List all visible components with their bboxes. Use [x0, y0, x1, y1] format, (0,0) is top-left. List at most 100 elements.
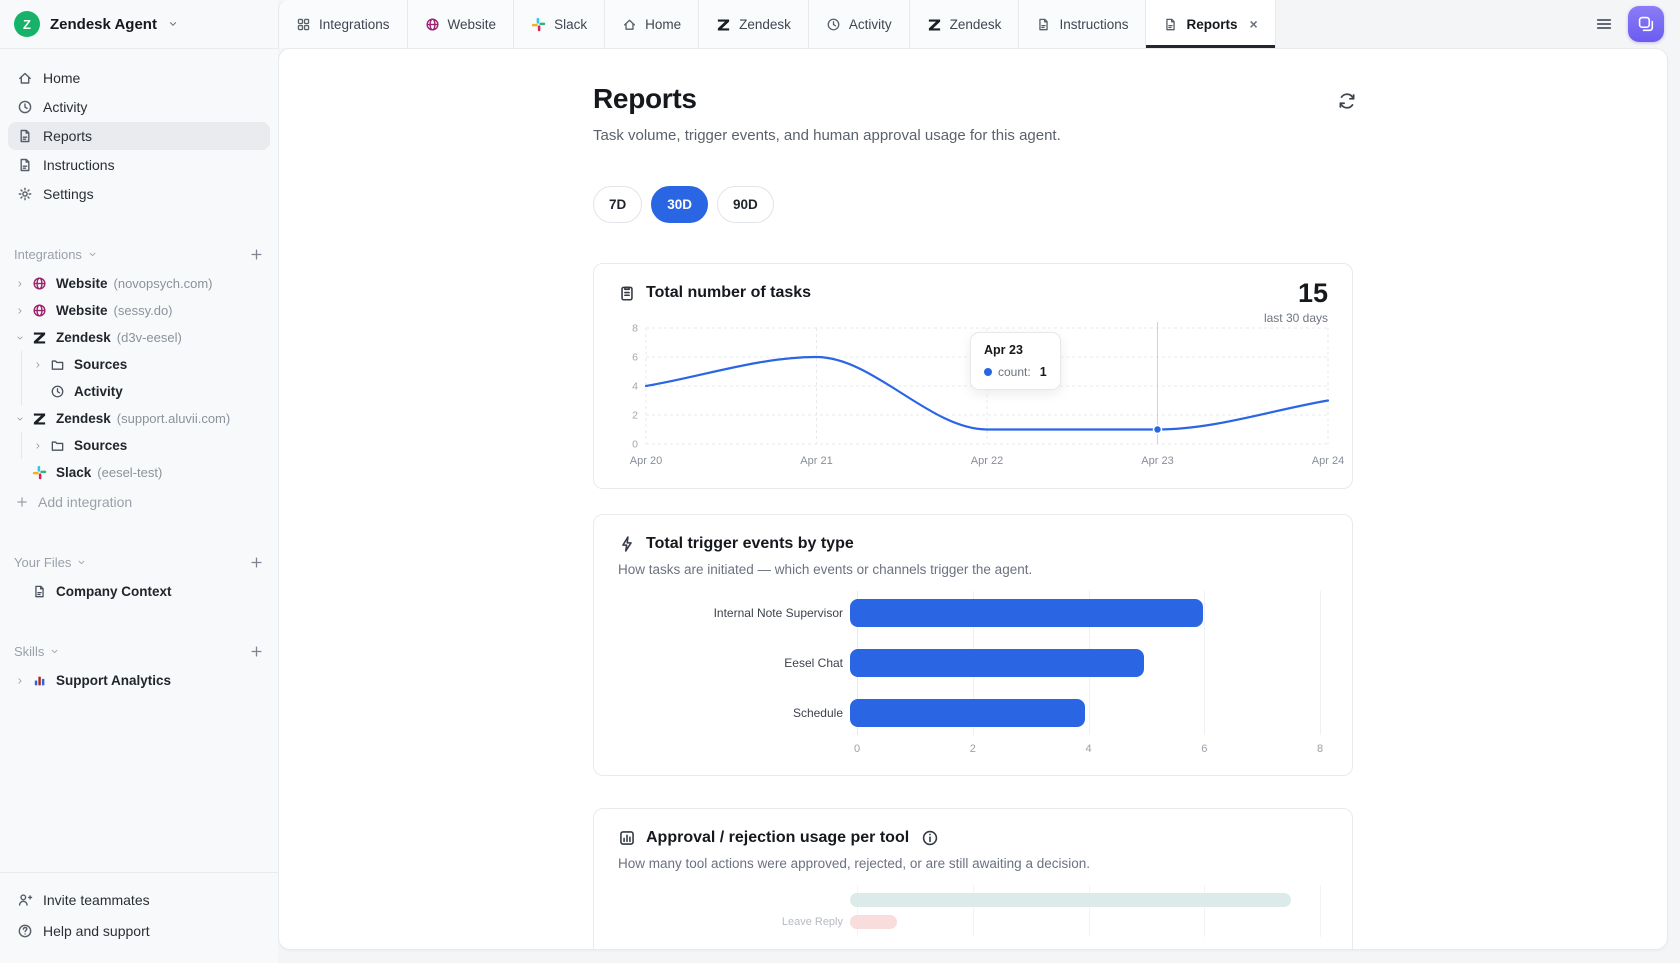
- sidebar-section-your-files: Your Files Company Context: [0, 550, 278, 605]
- sidebar-item-reports[interactable]: Reports: [8, 122, 270, 150]
- chevron-right-icon[interactable]: [15, 306, 25, 316]
- slack-icon: [531, 17, 546, 32]
- tab-label: Zendesk: [950, 17, 1002, 32]
- chat-assistant-button[interactable]: [1628, 6, 1664, 42]
- add-file-plus-icon[interactable]: [249, 555, 264, 570]
- svg-text:Apr 24: Apr 24: [1312, 455, 1344, 467]
- close-icon[interactable]: ×: [1249, 17, 1257, 31]
- home-icon: [17, 70, 33, 86]
- trigger-events-bar-chart[interactable]: Internal Note SupervisorEesel ChatSchedu…: [618, 599, 1328, 757]
- chevron-down-icon[interactable]: [15, 414, 25, 424]
- gear-icon: [17, 186, 33, 202]
- sidebar-item-settings[interactable]: Settings: [8, 180, 270, 208]
- tab-slack[interactable]: Slack: [514, 0, 605, 48]
- approval-usage-bar-chart[interactable]: Leave Reply: [618, 893, 1328, 929]
- bar[interactable]: [850, 915, 897, 929]
- add-skill-plus-icon[interactable]: [249, 644, 264, 659]
- chevron-down-icon[interactable]: [76, 557, 87, 568]
- sidebar-item-instructions[interactable]: Instructions: [8, 151, 270, 179]
- add-integration-plus-icon[interactable]: [249, 247, 264, 262]
- workspace-switcher[interactable]: Z Zendesk Agent: [0, 0, 278, 49]
- your-files-section-title: Your Files: [14, 555, 71, 570]
- svg-text:8: 8: [632, 323, 638, 335]
- tab-instructions[interactable]: Instructions: [1019, 0, 1146, 48]
- bar-track: [850, 649, 1320, 677]
- sidebar: Z Zendesk Agent HomeActivityReportsInstr…: [0, 0, 278, 963]
- card-total-tasks: Total number of tasks 15 last 30 days 02…: [593, 263, 1353, 489]
- sidebar-tree-item-sources[interactable]: Sources: [33, 351, 278, 378]
- chevron-down-icon[interactable]: [15, 333, 25, 343]
- chevron-down-icon: [167, 18, 179, 30]
- bar[interactable]: [850, 599, 1203, 627]
- sidebar-footer-help-and-support[interactable]: Help and support: [8, 916, 270, 946]
- sidebar-tree-item-zendesk[interactable]: Zendesk(support.aluvii.com): [0, 405, 278, 432]
- tree-item-label: Zendesk: [56, 411, 111, 426]
- footer-item-label: Help and support: [43, 923, 150, 939]
- axis-tick-label: 6: [1201, 743, 1207, 755]
- sidebar-item-label: Settings: [43, 186, 94, 202]
- tab-website[interactable]: Website: [408, 0, 515, 48]
- tree-item-label: Zendesk: [56, 330, 111, 345]
- sidebar-tree-item-support-analytics[interactable]: Support Analytics: [0, 667, 278, 694]
- bar-axis-ticks: 02468: [857, 743, 1320, 757]
- sidebar-tree-item-zendesk[interactable]: Zendesk(d3v-eesel): [0, 324, 278, 351]
- range-7d-button[interactable]: 7D: [593, 186, 642, 223]
- refresh-icon[interactable]: [1337, 91, 1357, 111]
- svg-text:2: 2: [632, 410, 638, 422]
- chevron-down-icon[interactable]: [49, 646, 60, 657]
- menu-icon[interactable]: [1594, 14, 1614, 34]
- sidebar-tree-item-company-context[interactable]: Company Context: [0, 578, 278, 605]
- chevron-right-icon[interactable]: [15, 279, 25, 289]
- axis-tick-label: 8: [1317, 743, 1323, 755]
- range-90d-button[interactable]: 90D: [717, 186, 774, 223]
- chevron-down-icon[interactable]: [87, 249, 98, 260]
- tab-activity[interactable]: Activity: [809, 0, 910, 48]
- tab-label: Instructions: [1059, 17, 1128, 32]
- tab-zendesk[interactable]: Zendesk: [699, 0, 809, 48]
- add-integration-button[interactable]: Add integration: [0, 488, 278, 516]
- bar-track: [850, 699, 1320, 727]
- tasks-line-chart[interactable]: 02468Apr 20Apr 21Apr 22Apr 23Apr 24 Apr …: [618, 318, 1328, 470]
- tree-item-detail: (eesel-test): [97, 465, 162, 480]
- sidebar-tree-item-slack[interactable]: Slack(eesel-test): [0, 459, 278, 486]
- sidebar-section-skills: Skills Support Analytics: [0, 639, 278, 694]
- chevron-right-icon[interactable]: [33, 360, 43, 370]
- chevron-right-icon[interactable]: [33, 441, 43, 451]
- chevron-right-icon[interactable]: [15, 676, 25, 686]
- sidebar-tree-item-website[interactable]: Website(sessy.do): [0, 297, 278, 324]
- globe-icon: [425, 17, 440, 32]
- page-subtitle: Task volume, trigger events, and human a…: [593, 127, 1353, 144]
- add-integration-label: Add integration: [38, 494, 132, 510]
- sidebar-item-label: Instructions: [43, 157, 115, 173]
- bar[interactable]: [850, 893, 1291, 907]
- card-approval-usage-title: Approval / rejection usage per tool: [646, 829, 909, 847]
- sidebar-item-activity[interactable]: Activity: [8, 93, 270, 121]
- sidebar-item-home[interactable]: Home: [8, 64, 270, 92]
- tooltip-series-dot: [984, 368, 992, 376]
- clock-icon: [17, 99, 33, 115]
- bar-rows: Internal Note SupervisorEesel ChatSchedu…: [618, 599, 1328, 727]
- sidebar-tree-item-activity[interactable]: Activity: [33, 378, 278, 405]
- sidebar-tree-item-website[interactable]: Website(novopsych.com): [0, 270, 278, 297]
- tab-zendesk[interactable]: Zendesk: [910, 0, 1020, 48]
- file-icon: [1163, 17, 1178, 32]
- bar-track: [850, 599, 1320, 627]
- home-icon: [622, 17, 637, 32]
- tab-home[interactable]: Home: [605, 0, 699, 48]
- skills-section-title: Skills: [14, 644, 44, 659]
- total-tasks-value: 15: [1264, 278, 1328, 309]
- tree-item-label: Website: [56, 303, 108, 318]
- sidebar-footer-invite-teammates[interactable]: Invite teammates: [8, 885, 270, 915]
- bar[interactable]: [850, 699, 1085, 727]
- chart-tooltip: Apr 23 count: 1: [970, 332, 1061, 390]
- sidebar-tree-item-sources[interactable]: Sources: [33, 432, 278, 459]
- svg-text:4: 4: [632, 381, 638, 393]
- tab-integrations[interactable]: Integrations: [278, 0, 408, 48]
- tab-reports-active[interactable]: Reports×: [1146, 0, 1275, 48]
- tab-label: Slack: [554, 17, 587, 32]
- sidebar-nav: HomeActivityReports Instructions Settings: [8, 64, 270, 208]
- bar[interactable]: [850, 649, 1144, 677]
- range-30d-button[interactable]: 30D: [651, 186, 708, 223]
- info-icon[interactable]: [921, 829, 939, 847]
- axis-tick-label: 0: [854, 743, 860, 755]
